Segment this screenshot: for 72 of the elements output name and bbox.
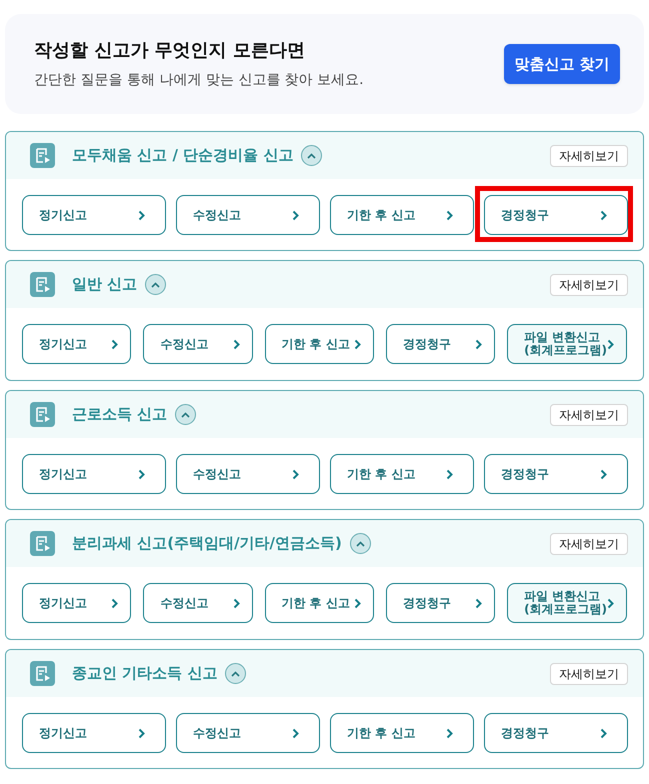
collapse-button[interactable]	[350, 533, 371, 554]
report-type-button[interactable]: 정기신고	[22, 583, 132, 623]
report-type-button[interactable]: 수정신고	[143, 583, 253, 623]
banner-title: 작성할 신고가 무엇인지 모른다면	[34, 39, 306, 63]
report-type-button[interactable]: 기한 후 신고	[330, 454, 474, 494]
document-icon	[30, 143, 55, 168]
chevron-up-icon	[356, 540, 365, 546]
report-type-button[interactable]: 파일 변환신고 (회계프로그램)	[507, 583, 628, 623]
banner-subtitle: 간단한 질문을 통해 나에게 맞는 신고를 찾아 보세요.	[34, 71, 364, 90]
chevron-right-icon	[138, 468, 145, 480]
chevron-right-icon	[446, 468, 453, 480]
chevron-right-icon	[138, 728, 145, 738]
section-title: 일반 신고	[72, 274, 138, 296]
chevron-right-icon	[292, 728, 299, 738]
chevron-right-icon	[232, 338, 240, 350]
chevron-right-icon	[111, 598, 118, 608]
chevron-right-icon	[232, 598, 240, 608]
report-type-button[interactable]: 경정청구	[386, 324, 496, 364]
report-type-button[interactable]: 정기신고	[22, 324, 132, 364]
chevron-right-icon	[446, 210, 453, 220]
report-type-button[interactable]: 수정신고	[176, 195, 320, 235]
chevron-up-icon	[231, 670, 240, 676]
section-title: 근로소득 신고	[72, 404, 168, 426]
section-title: 모두채움 신고 / 단순경비율 신고	[72, 145, 294, 166]
chevron-right-icon	[475, 338, 482, 350]
details-button[interactable]: 자세히보기	[550, 404, 628, 426]
report-type-button[interactable]: 수정신고	[176, 713, 320, 753]
chevron-up-icon	[307, 152, 316, 158]
find-report-button[interactable]: 맞춤신고 찾기	[504, 44, 620, 84]
chevron-right-icon	[600, 210, 607, 220]
chevron-right-icon	[607, 338, 614, 350]
collapse-button[interactable]	[225, 663, 246, 684]
report-type-button[interactable]: 기한 후 신고	[330, 195, 474, 235]
report-type-button[interactable]: 경정청구	[386, 583, 496, 623]
chevron-up-icon	[151, 282, 160, 288]
report-type-button[interactable]: 정기신고	[22, 713, 166, 753]
chevron-right-icon	[292, 210, 299, 220]
chevron-right-icon	[111, 338, 118, 350]
report-type-button[interactable]: 경정청구	[484, 454, 628, 494]
chevron-right-icon	[292, 468, 299, 480]
collapse-button[interactable]	[301, 145, 322, 166]
details-button[interactable]: 자세히보기	[550, 532, 628, 554]
chevron-up-icon	[181, 412, 190, 418]
report-type-button[interactable]: 정기신고	[22, 454, 166, 494]
collapse-button[interactable]	[145, 274, 166, 295]
details-button[interactable]: 자세히보기	[550, 662, 628, 684]
report-type-button[interactable]: 기한 후 신고	[264, 324, 374, 364]
details-button[interactable]: 자세히보기	[550, 274, 628, 296]
section-title: 종교인 기타소득 신고	[72, 663, 218, 684]
report-type-button[interactable]: 기한 후 신고	[330, 713, 474, 753]
chevron-right-icon	[600, 468, 607, 480]
report-type-button[interactable]: 수정신고	[143, 324, 253, 364]
details-button[interactable]: 자세히보기	[550, 144, 628, 166]
report-type-button[interactable]: 파일 변환신고 (회계프로그램)	[507, 324, 628, 364]
chevron-right-icon	[607, 598, 614, 608]
document-icon	[30, 272, 55, 297]
document-icon	[30, 661, 55, 686]
report-type-button[interactable]: 경정청구	[484, 195, 628, 235]
report-type-button[interactable]: 기한 후 신고	[264, 583, 374, 623]
chevron-right-icon	[600, 728, 607, 738]
report-type-button[interactable]: 정기신고	[22, 195, 166, 235]
chevron-right-icon	[354, 338, 361, 350]
chevron-right-icon	[475, 598, 482, 608]
document-icon	[30, 402, 55, 427]
chevron-right-icon	[138, 210, 145, 220]
chevron-right-icon	[446, 728, 453, 738]
section-title: 분리과세 신고(주택임대/기타/연금소득)	[72, 533, 342, 554]
report-type-button[interactable]: 경정청구	[484, 713, 628, 753]
document-icon	[30, 531, 55, 556]
collapse-button[interactable]	[175, 404, 196, 425]
report-type-button[interactable]: 수정신고	[176, 454, 320, 494]
chevron-right-icon	[354, 598, 361, 608]
